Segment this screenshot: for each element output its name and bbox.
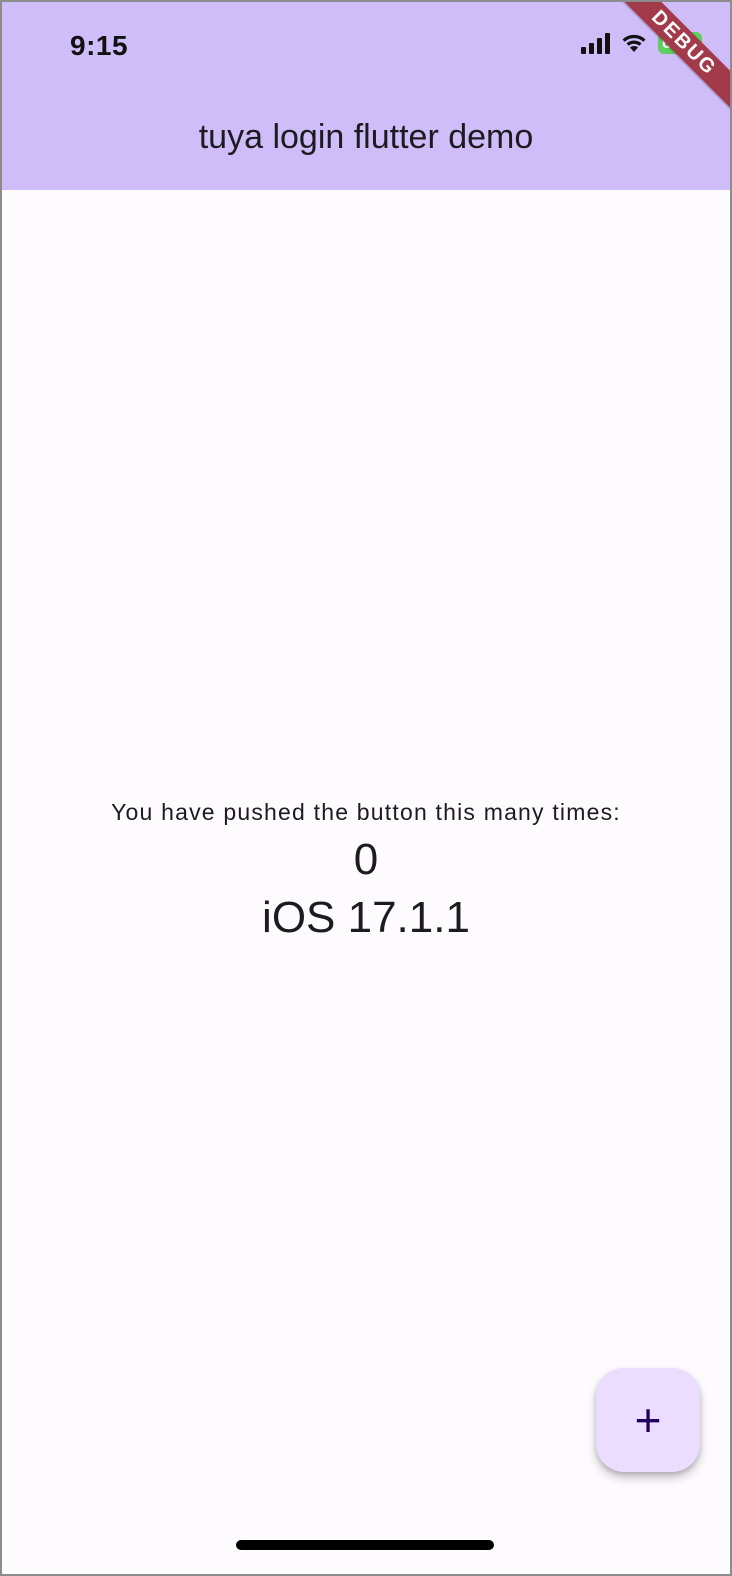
os-version-text: iOS 17.1.1 [262, 893, 470, 942]
wifi-icon [620, 32, 648, 54]
home-indicator[interactable] [236, 1540, 494, 1550]
app-screen: 9:15 68 tuya login flutter demo DEBUG Yo… [0, 0, 732, 1576]
counter-label: You have pushed the button this many tim… [111, 799, 621, 825]
counter-value: 0 [353, 835, 379, 884]
status-time: 9:15 [70, 30, 129, 61]
app-bar: 9:15 68 tuya login flutter demo [2, 2, 730, 190]
counter-section: You have pushed the button this many tim… [2, 792, 730, 948]
increment-button[interactable]: + [596, 1368, 700, 1472]
add-icon: + [634, 1394, 662, 1446]
page-title: tuya login flutter demo [198, 118, 534, 156]
signal-icon [581, 32, 610, 54]
